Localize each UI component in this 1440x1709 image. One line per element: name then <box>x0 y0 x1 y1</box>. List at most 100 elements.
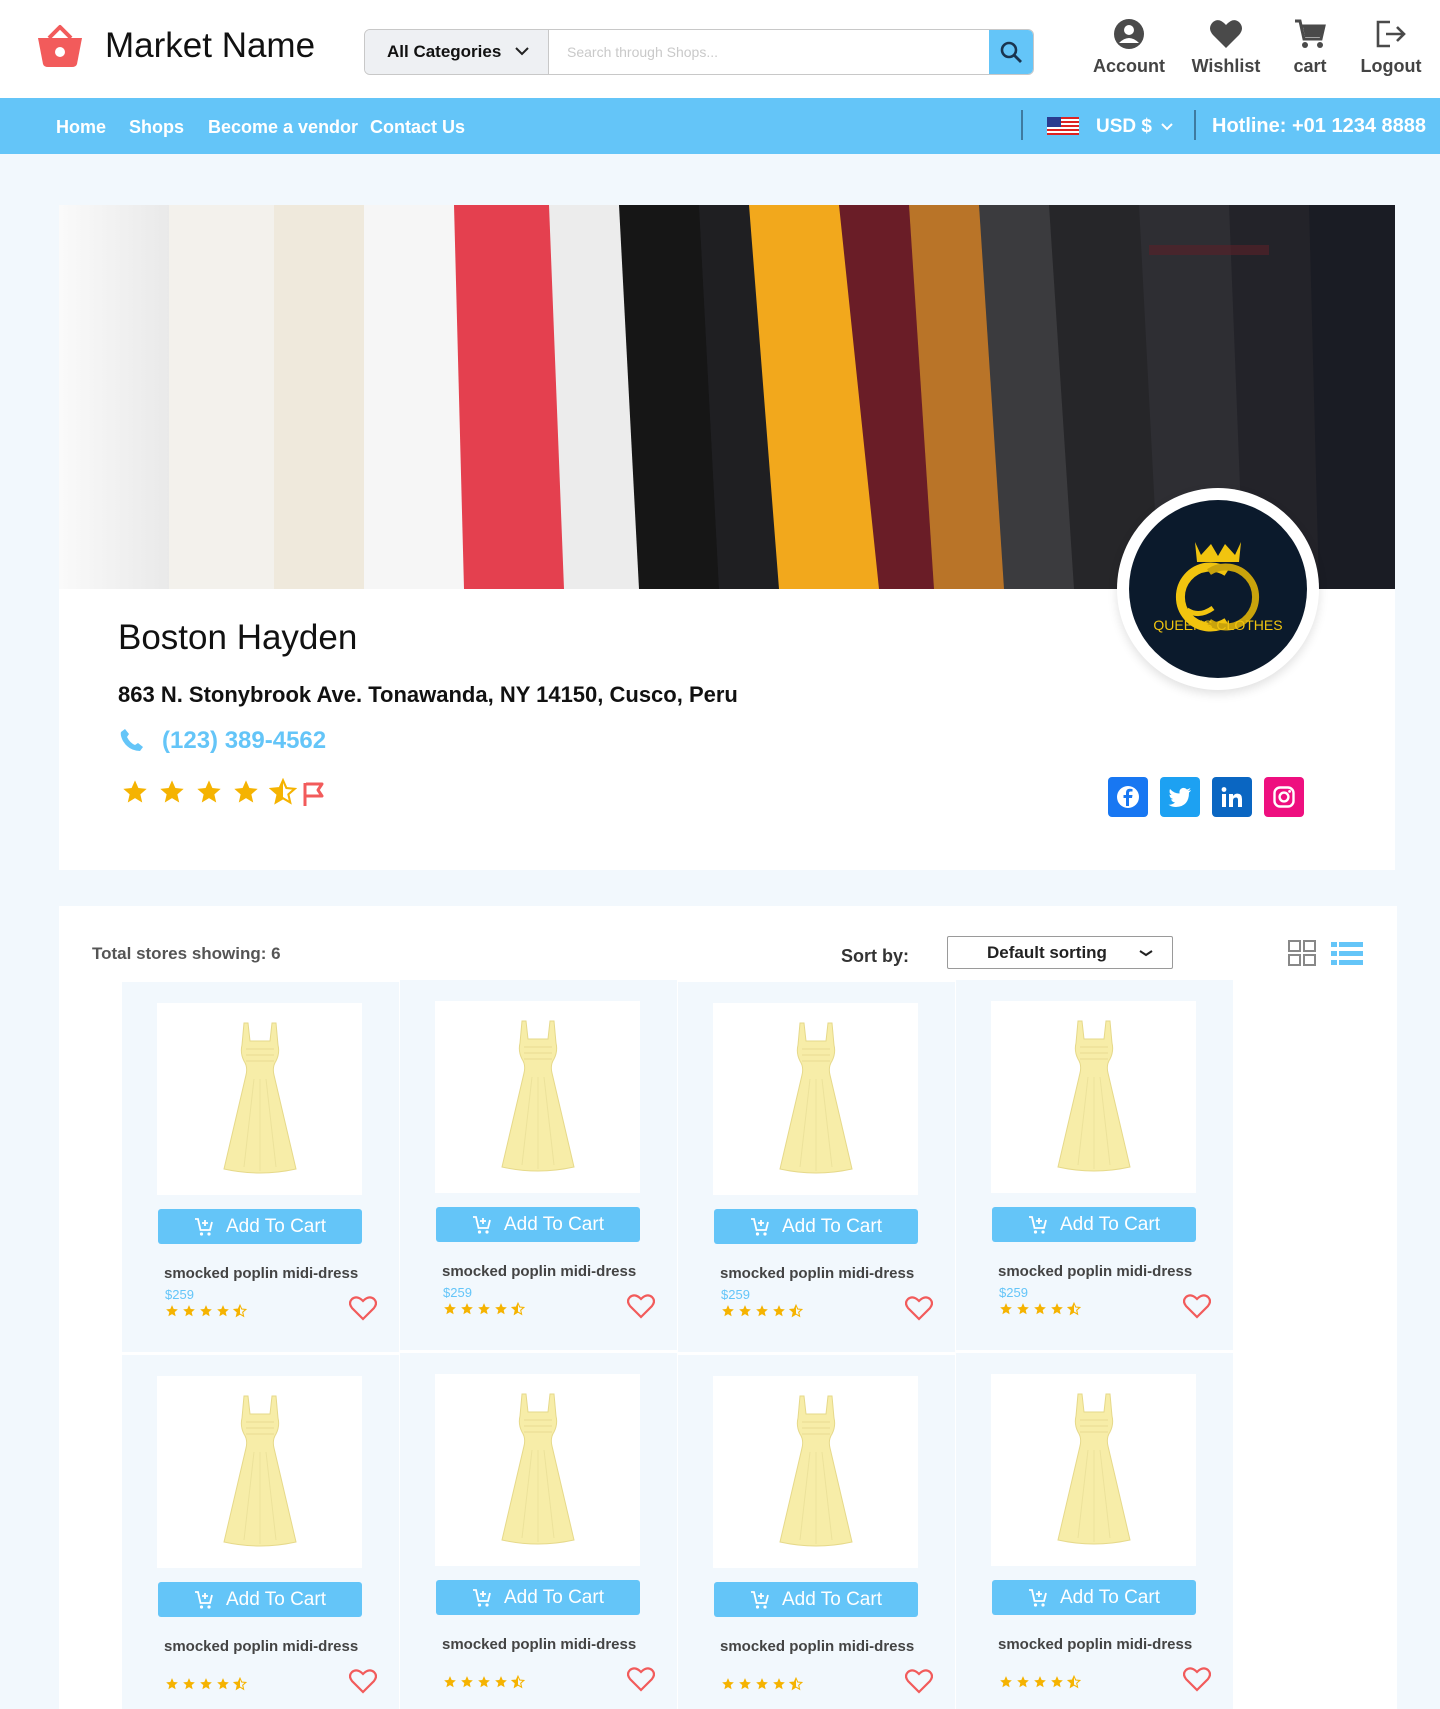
product-name[interactable]: smocked poplin midi-dress <box>164 1265 358 1282</box>
chevron-down-icon <box>515 47 529 56</box>
nav-shops[interactable]: Shops <box>129 117 184 138</box>
wishlist-button[interactable]: Wishlist <box>1181 18 1271 77</box>
star-icon <box>495 1676 507 1688</box>
linkedin-link[interactable] <box>1212 777 1252 817</box>
add-to-cart-button[interactable]: Add To Cart <box>992 1207 1196 1242</box>
product-rating <box>165 1677 247 1691</box>
report-flag-icon[interactable] <box>300 780 328 808</box>
search-bar: All Categories <box>364 29 1034 75</box>
wishlist-heart-icon[interactable] <box>627 1293 655 1319</box>
nav-home[interactable]: Home <box>56 117 106 138</box>
account-icon <box>1114 19 1144 49</box>
product-image[interactable] <box>991 1374 1196 1566</box>
product-image[interactable] <box>435 1001 640 1193</box>
dress-image-icon <box>778 1395 853 1547</box>
star-icon <box>756 1305 768 1317</box>
star-icon <box>1034 1676 1046 1688</box>
add-to-cart-label: Add To Cart <box>504 1213 604 1235</box>
product-card[interactable]: Add To Cart smocked poplin midi-dress <box>122 1355 399 1709</box>
logout-button[interactable]: Logout <box>1346 18 1436 77</box>
cart-plus-icon <box>1029 1215 1047 1234</box>
product-card[interactable]: Add To Cart smocked poplin midi-dress $2… <box>956 980 1233 1350</box>
add-to-cart-button[interactable]: Add To Cart <box>714 1582 918 1617</box>
product-card[interactable]: Add To Cart smocked poplin midi-dress <box>678 1355 955 1709</box>
instagram-link[interactable] <box>1264 777 1304 817</box>
nav-contact-us[interactable]: Contact Us <box>370 117 465 138</box>
product-name[interactable]: smocked poplin midi-dress <box>164 1638 358 1655</box>
product-rating <box>443 1675 525 1689</box>
product-image[interactable] <box>713 1376 918 1568</box>
wishlist-heart-icon[interactable] <box>349 1668 377 1694</box>
product-name[interactable]: smocked poplin midi-dress <box>720 1638 914 1655</box>
star-icon <box>123 780 147 803</box>
brand-name[interactable]: Market Name <box>105 26 315 66</box>
search-button[interactable] <box>989 30 1033 74</box>
basket-logo-icon[interactable] <box>36 24 84 68</box>
add-to-cart-button[interactable]: Add To Cart <box>436 1580 640 1615</box>
products-panel: Total stores showing: 6 Sort by: Default… <box>59 906 1397 1709</box>
product-image[interactable] <box>713 1003 918 1195</box>
cart-button[interactable]: cart <box>1265 18 1355 77</box>
product-price: $259 <box>721 1287 750 1302</box>
chevron-down-icon[interactable] <box>1160 122 1174 132</box>
add-to-cart-button[interactable]: Add To Cart <box>436 1207 640 1242</box>
product-name[interactable]: smocked poplin midi-dress <box>998 1263 1192 1280</box>
product-rating <box>721 1677 803 1691</box>
add-to-cart-button[interactable]: Add To Cart <box>992 1580 1196 1615</box>
add-to-cart-button[interactable]: Add To Cart <box>158 1582 362 1617</box>
product-card[interactable]: Add To Cart smocked poplin midi-dress <box>400 1353 677 1709</box>
star-icon <box>1000 1303 1012 1315</box>
wishlist-heart-icon[interactable] <box>349 1295 377 1321</box>
product-card[interactable]: Add To Cart smocked poplin midi-dress $2… <box>678 982 955 1352</box>
star-icon <box>461 1676 473 1688</box>
hotline: Hotline: +01 1234 8888 <box>1212 115 1427 137</box>
cart-plus-icon <box>473 1215 491 1234</box>
grid-view-icon[interactable] <box>1288 940 1316 966</box>
currency-select[interactable]: USD $ <box>1096 116 1152 138</box>
chevron-down-icon <box>1139 950 1153 957</box>
half-star-icon <box>511 1675 525 1689</box>
account-button[interactable]: Account <box>1084 18 1174 77</box>
product-name[interactable]: smocked poplin midi-dress <box>442 1263 636 1280</box>
sort-select[interactable]: Default sorting <box>947 936 1173 969</box>
wishlist-heart-icon[interactable] <box>905 1295 933 1321</box>
add-to-cart-button[interactable]: Add To Cart <box>714 1209 918 1244</box>
product-card[interactable]: Add To Cart smocked poplin midi-dress $2… <box>122 982 399 1352</box>
nav-become-vendor[interactable]: Become a vendor <box>208 117 358 138</box>
sort-select-value: Default sorting <box>987 942 1107 962</box>
star-icon <box>1051 1303 1063 1315</box>
vendor-phone[interactable]: (123) 389-4562 <box>162 727 326 755</box>
add-to-cart-label: Add To Cart <box>226 1215 326 1237</box>
add-to-cart-label: Add To Cart <box>226 1588 326 1610</box>
star-icon <box>1017 1303 1029 1315</box>
dress-image-icon <box>1056 1020 1131 1172</box>
twitter-link[interactable] <box>1160 777 1200 817</box>
us-flag-icon[interactable] <box>1047 117 1079 135</box>
wishlist-heart-icon[interactable] <box>1183 1666 1211 1692</box>
product-name[interactable]: smocked poplin midi-dress <box>442 1636 636 1653</box>
product-name[interactable]: smocked poplin midi-dress <box>998 1636 1192 1653</box>
social-links <box>1108 777 1304 817</box>
wishlist-heart-icon[interactable] <box>1183 1293 1211 1319</box>
wishlist-heart-icon[interactable] <box>627 1666 655 1692</box>
product-image[interactable] <box>157 1376 362 1568</box>
cart-plus-icon <box>195 1590 213 1609</box>
nav-divider <box>1021 110 1023 140</box>
facebook-link[interactable] <box>1108 777 1148 817</box>
star-icon <box>166 1305 178 1317</box>
category-select[interactable]: All Categories <box>365 30 549 74</box>
product-card[interactable]: Add To Cart smocked poplin midi-dress $2… <box>400 980 677 1350</box>
category-select-label: All Categories <box>387 42 502 61</box>
list-view-icon[interactable] <box>1331 942 1363 966</box>
star-icon <box>478 1303 490 1315</box>
star-icon <box>739 1678 751 1690</box>
product-image[interactable] <box>435 1374 640 1566</box>
star-icon <box>444 1303 456 1315</box>
product-image[interactable] <box>991 1001 1196 1193</box>
product-name[interactable]: smocked poplin midi-dress <box>720 1265 914 1282</box>
add-to-cart-button[interactable]: Add To Cart <box>158 1209 362 1244</box>
product-card[interactable]: Add To Cart smocked poplin midi-dress <box>956 1353 1233 1709</box>
product-image[interactable] <box>157 1003 362 1195</box>
search-input[interactable] <box>549 30 989 74</box>
wishlist-heart-icon[interactable] <box>905 1668 933 1694</box>
